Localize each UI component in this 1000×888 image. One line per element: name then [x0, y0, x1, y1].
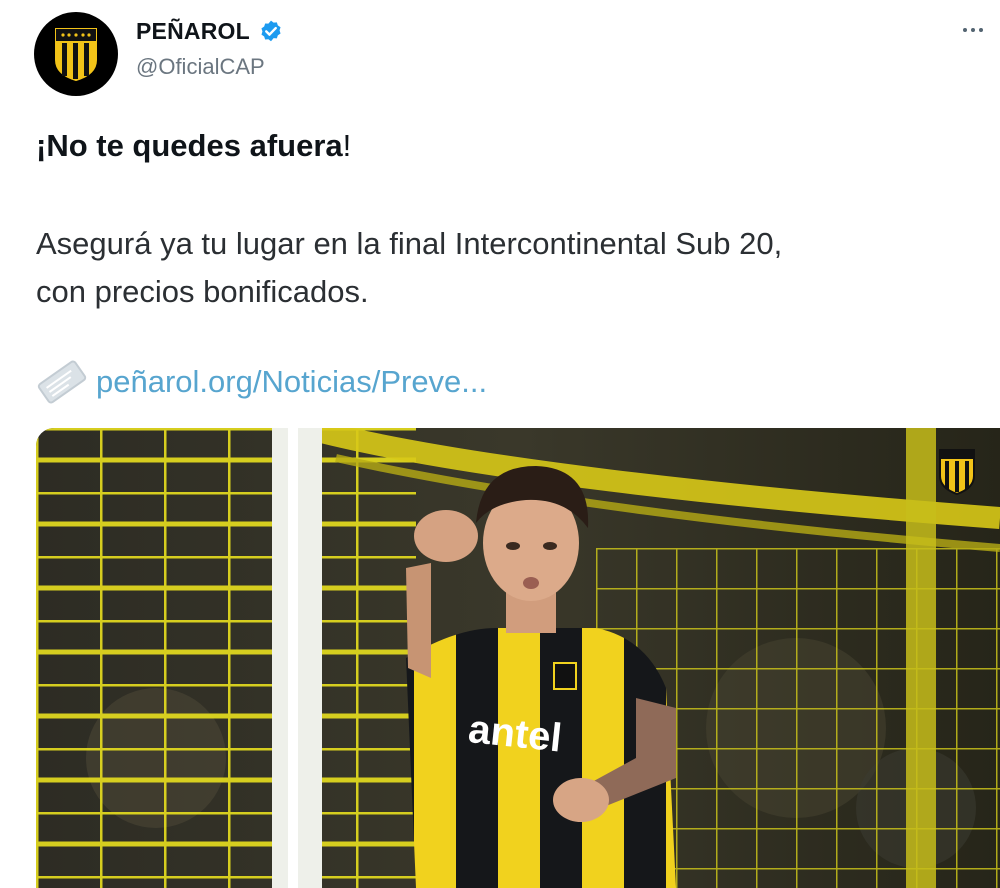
verified-badge-icon [261, 20, 281, 41]
more-options-icon[interactable] [956, 20, 990, 40]
club-crest-icon [55, 28, 97, 82]
tweet-link[interactable]: peñarol.org/Noticias/Preve... [36, 356, 487, 408]
tweet-body-line: Asegurá ya tu lugar en la final Intercon… [36, 226, 783, 261]
tweet-link-text[interactable]: peñarol.org/Noticias/Preve... [96, 364, 487, 400]
tweet-body: Asegurá ya tu lugar en la final Intercon… [36, 220, 986, 316]
tweet-heading: ¡No te quedes afuera! [36, 128, 352, 163]
display-name[interactable]: PEÑAROL [136, 18, 250, 45]
avatar[interactable] [34, 12, 118, 96]
link-card-icon [37, 360, 87, 404]
user-handle[interactable]: @OficialCAP [136, 54, 265, 80]
club-crest-icon [939, 449, 975, 496]
tweet-media-photo[interactable]: antel [36, 428, 1000, 888]
tweet-body-line: con precios bonificados. [36, 274, 369, 309]
